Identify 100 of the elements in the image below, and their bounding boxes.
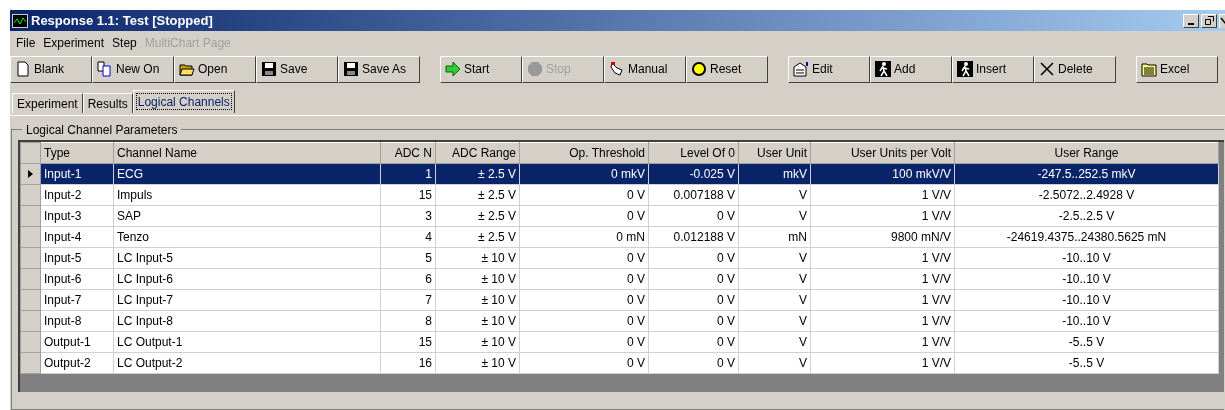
table-cell: V [738, 310, 811, 332]
toolbar-button[interactable]: Add [870, 55, 952, 83]
table-cell: ± 10 V [435, 268, 520, 290]
tab[interactable]: Results [82, 93, 133, 113]
tab[interactable]: Experiment [12, 93, 83, 113]
table-row[interactable]: Input-2 Impuls 15 ± 2.5 V 0 V 0.007188 V V 1 V/V -2.5072..2.4928 V [20, 184, 1219, 206]
minimize-button[interactable] [1183, 13, 1199, 28]
table-cell: 1 V/V [810, 205, 955, 227]
folder-icon [179, 61, 195, 77]
table-cell: Input-8 [40, 310, 114, 332]
table-cell: 1 [380, 163, 436, 185]
table-row[interactable]: Input-5 LC Input-5 5 ± 10 V 0 V 0 V V 1 V/V -10..10 V [20, 247, 1219, 269]
toolbar-button[interactable]: Blank [10, 55, 92, 83]
table-cell: 0 V [519, 247, 649, 269]
table-cell: Input-4 [40, 226, 114, 248]
table-row[interactable]: Input-1 ECG 1 ± 2.5 V 0 mkV -0.025 V mkV 100 mkV/V -247.5..252.5 mkV [20, 163, 1219, 185]
table-cell: 0 V [519, 268, 649, 290]
table-cell: -10..10 V [954, 268, 1219, 290]
toolbar-button[interactable]: New On [92, 55, 174, 83]
column-header[interactable]: ADC N [380, 142, 436, 164]
toolbar-button[interactable]: Open [174, 55, 256, 83]
table-cell: LC Input-8 [113, 310, 381, 332]
table-cell: 0 V [648, 331, 739, 353]
toolbar-button[interactable]: Delete [1034, 55, 1116, 83]
table-cell: V [738, 268, 811, 290]
toolbar-button[interactable]: Save As [338, 55, 420, 83]
form-icon [793, 61, 809, 77]
table-cell: -10..10 V [954, 310, 1219, 332]
table-cell: SAP [113, 205, 381, 227]
column-header[interactable]: Level Of 0 [648, 142, 739, 164]
table-cell: 1 V/V [810, 268, 955, 290]
table-cell: mN [738, 226, 811, 248]
table-cell: Output-2 [40, 352, 114, 374]
table-cell: Input-1 [40, 163, 114, 185]
table-cell: 9800 mN/V [810, 226, 955, 248]
toolbar-button[interactable]: Insert [952, 55, 1034, 83]
table-cell: 0 mN [519, 226, 649, 248]
table-row[interactable]: Input-7 LC Input-7 7 ± 10 V 0 V 0 V V 1 V/V -10..10 V [20, 289, 1219, 311]
column-header[interactable]: User Range [954, 142, 1219, 164]
toolbar-button[interactable]: Start [440, 55, 522, 83]
tab[interactable]: Logical Channels [132, 90, 235, 113]
column-header[interactable]: Type [40, 142, 114, 164]
table-cell: V [738, 352, 811, 374]
table-cell: 7 [380, 289, 436, 311]
toolbar-button[interactable]: Excel [1136, 55, 1218, 83]
table-cell: 3 [380, 205, 436, 227]
table-cell: ± 2.5 V [435, 226, 520, 248]
close-button[interactable] [1219, 13, 1225, 28]
table-row[interactable]: Output-1 LC Output-1 15 ± 10 V 0 V 0 V V 1 V/V -5..5 V [20, 331, 1219, 353]
table-cell: 16 [380, 352, 436, 374]
table-cell: -24619.4375..24380.5625 mN [954, 226, 1219, 248]
column-header[interactable]: ADC Range [435, 142, 520, 164]
walking-figure-icon [957, 61, 973, 77]
table-cell: V [738, 247, 811, 269]
table-row[interactable]: Output-2 LC Output-2 16 ± 10 V 0 V 0 V V 1 V/V -5..5 V [20, 352, 1219, 374]
table-cell: 0 V [648, 352, 739, 374]
spreadsheet-folder-icon [1141, 61, 1157, 77]
table-row[interactable]: Input-4 Tenzo 4 ± 2.5 V 0 mN 0.012188 V mN 9800 mN/V -24619.4375..24380.5625 mN [20, 226, 1219, 248]
column-header[interactable]: Channel Name [113, 142, 381, 164]
table-cell: 0.012188 V [648, 226, 739, 248]
toolbar-button[interactable]: Save [256, 55, 338, 83]
menu-item[interactable]: File [12, 34, 40, 52]
table-cell: Input-7 [40, 289, 114, 311]
toolbar-button[interactable]: Manual [604, 55, 686, 83]
table-cell: 0 V [648, 247, 739, 269]
column-header[interactable]: User Units per Volt [810, 142, 955, 164]
table-cell: 0 mkV [519, 163, 649, 185]
table-cell: -10..10 V [954, 247, 1219, 269]
table-cell: ± 10 V [435, 331, 520, 353]
toolbar-button[interactable]: Edit [788, 55, 870, 83]
table-cell: -5..5 V [954, 331, 1219, 353]
page-icon [15, 61, 31, 77]
table-row[interactable]: Input-6 LC Input-6 6 ± 10 V 0 V 0 V V 1 V/V -10..10 V [20, 268, 1219, 290]
close-icon [1039, 61, 1055, 77]
table-row[interactable]: Input-3 SAP 3 ± 2.5 V 0 V 0 V V 1 V/V -2.5..2.5 V [20, 205, 1219, 227]
table-cell: ± 10 V [435, 247, 520, 269]
table-cell: Input-3 [40, 205, 114, 227]
menu-item[interactable]: Step [108, 34, 141, 52]
table-cell: 0 V [519, 289, 649, 311]
table-cell: 1 V/V [810, 352, 955, 374]
table-cell: LC Input-5 [113, 247, 381, 269]
copy-pages-icon [97, 61, 113, 77]
table-cell: 4 [380, 226, 436, 248]
table-row[interactable]: Input-8 LC Input-8 8 ± 10 V 0 V 0 V V 1 V/V -10..10 V [20, 310, 1219, 332]
table-cell: 0.007188 V [648, 184, 739, 206]
table-cell: 0 V [648, 268, 739, 290]
column-header[interactable]: Op. Threshold [519, 142, 649, 164]
walking-figure-icon [875, 61, 891, 77]
table-cell: Input-2 [40, 184, 114, 206]
menu-item[interactable]: Experiment [39, 34, 109, 52]
column-header[interactable]: User Unit [738, 142, 811, 164]
table-cell: 1 V/V [810, 289, 955, 311]
table-cell: 0 V [519, 331, 649, 353]
table-cell: ± 10 V [435, 352, 520, 374]
table-cell: Impuls [113, 184, 381, 206]
table-cell: V [738, 331, 811, 353]
toolbar-button[interactable]: Reset [686, 55, 768, 83]
restore-button[interactable] [1201, 13, 1217, 28]
table-cell: ECG [113, 163, 381, 185]
table-cell: 8 [380, 310, 436, 332]
